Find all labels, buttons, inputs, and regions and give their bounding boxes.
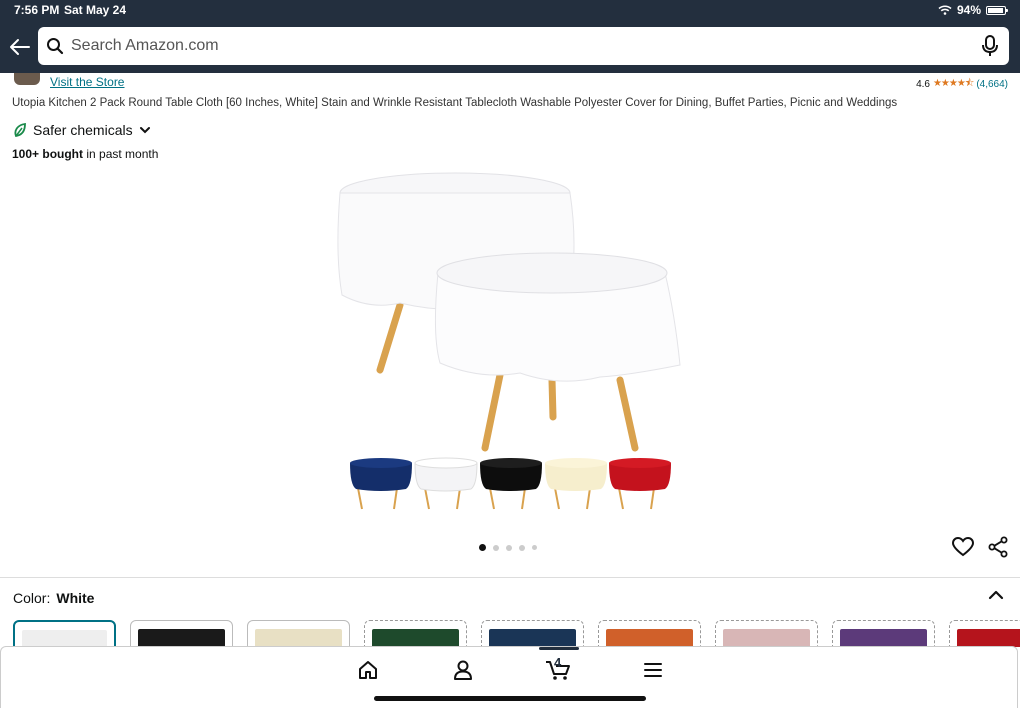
color-swatch-green[interactable] [364, 620, 467, 647]
cart-count-badge: 4 [554, 655, 562, 670]
color-selector-label: Color: White [13, 590, 94, 606]
product-image[interactable] [330, 165, 690, 515]
status-date: Sat May 24 [64, 3, 127, 17]
home-icon[interactable] [357, 659, 379, 681]
wifi-icon [938, 5, 952, 15]
swatch-thumbnail [372, 629, 459, 647]
menu-icon[interactable] [642, 659, 664, 681]
chevron-down-icon [139, 127, 150, 134]
chevron-up-icon[interactable] [987, 586, 1005, 604]
safer-chemicals-badge[interactable]: Safer chemicals [13, 122, 151, 138]
swatch-thumbnail [255, 629, 342, 647]
rating-count[interactable]: (4,664) [976, 79, 1008, 90]
back-arrow-icon[interactable] [9, 36, 31, 58]
rating-value: 4.6 [916, 79, 930, 90]
battery-level [988, 7, 1004, 13]
swatch-thumbnail [138, 629, 225, 647]
search-icon [47, 38, 64, 55]
color-swatch-purple[interactable] [832, 620, 935, 647]
selected-color: White [56, 590, 95, 606]
rating-summary[interactable]: 4.6 ★★★★⯪ (4,664) [916, 76, 1008, 93]
search-input[interactable]: Search Amazon.com [38, 27, 1009, 65]
heart-icon[interactable] [952, 536, 974, 558]
color-swatch-list [13, 620, 1020, 647]
color-swatch-black[interactable] [130, 620, 233, 647]
bought-count-bold: 100+ bought [12, 147, 84, 161]
carousel-dot[interactable] [479, 544, 486, 551]
leaf-icon [14, 122, 26, 138]
swatch-thumbnail [957, 629, 1020, 647]
active-tab-indicator [539, 647, 579, 650]
color-swatch-ivory[interactable] [247, 620, 350, 647]
carousel-dot[interactable] [506, 544, 512, 551]
visit-store-link[interactable]: Visit the Store [50, 75, 124, 89]
swatch-thumbnail [606, 629, 693, 647]
carousel-dot[interactable] [532, 545, 537, 550]
home-indicator-bar [374, 696, 646, 701]
account-icon[interactable] [452, 659, 474, 681]
section-divider [0, 577, 1020, 578]
product-title: Utopia Kitchen 2 Pack Round Table Cloth … [12, 97, 898, 109]
carousel-dot[interactable] [493, 544, 499, 551]
brand-logo[interactable] [14, 73, 40, 85]
top-header: 7:56 PM Sat May 24 94% Search Amazon.com [0, 0, 1020, 73]
battery-percent: 94% [956, 3, 981, 17]
color-label: Color: [13, 590, 51, 606]
status-time: 7:56 PM [14, 3, 60, 17]
carousel-dot[interactable] [519, 544, 525, 551]
battery-icon [986, 5, 1008, 15]
color-variants-strip [350, 457, 671, 510]
image-carousel-dots[interactable] [479, 544, 537, 551]
swatch-thumbnail [840, 629, 927, 647]
swatch-thumbnail [489, 629, 576, 647]
bought-count: 100+ bought in past month [12, 147, 158, 161]
color-swatch-pink[interactable] [715, 620, 818, 647]
status-indicators: 94% [938, 3, 1008, 17]
star-rating-icon: ★★★★⯪ [932, 78, 974, 89]
swatch-thumbnail [723, 629, 810, 647]
share-icon[interactable] [987, 536, 1009, 558]
swatch-thumbnail [22, 630, 107, 647]
color-swatch-red[interactable] [949, 620, 1020, 647]
microphone-icon[interactable] [981, 35, 999, 57]
color-swatch-white[interactable] [13, 620, 116, 647]
bought-count-rest: in past month [83, 147, 159, 161]
search-placeholder: Search Amazon.com [71, 37, 219, 54]
safer-chemicals-label: Safer chemicals [33, 122, 133, 138]
color-swatch-navy[interactable] [481, 620, 584, 647]
color-swatch-orange[interactable] [598, 620, 701, 647]
